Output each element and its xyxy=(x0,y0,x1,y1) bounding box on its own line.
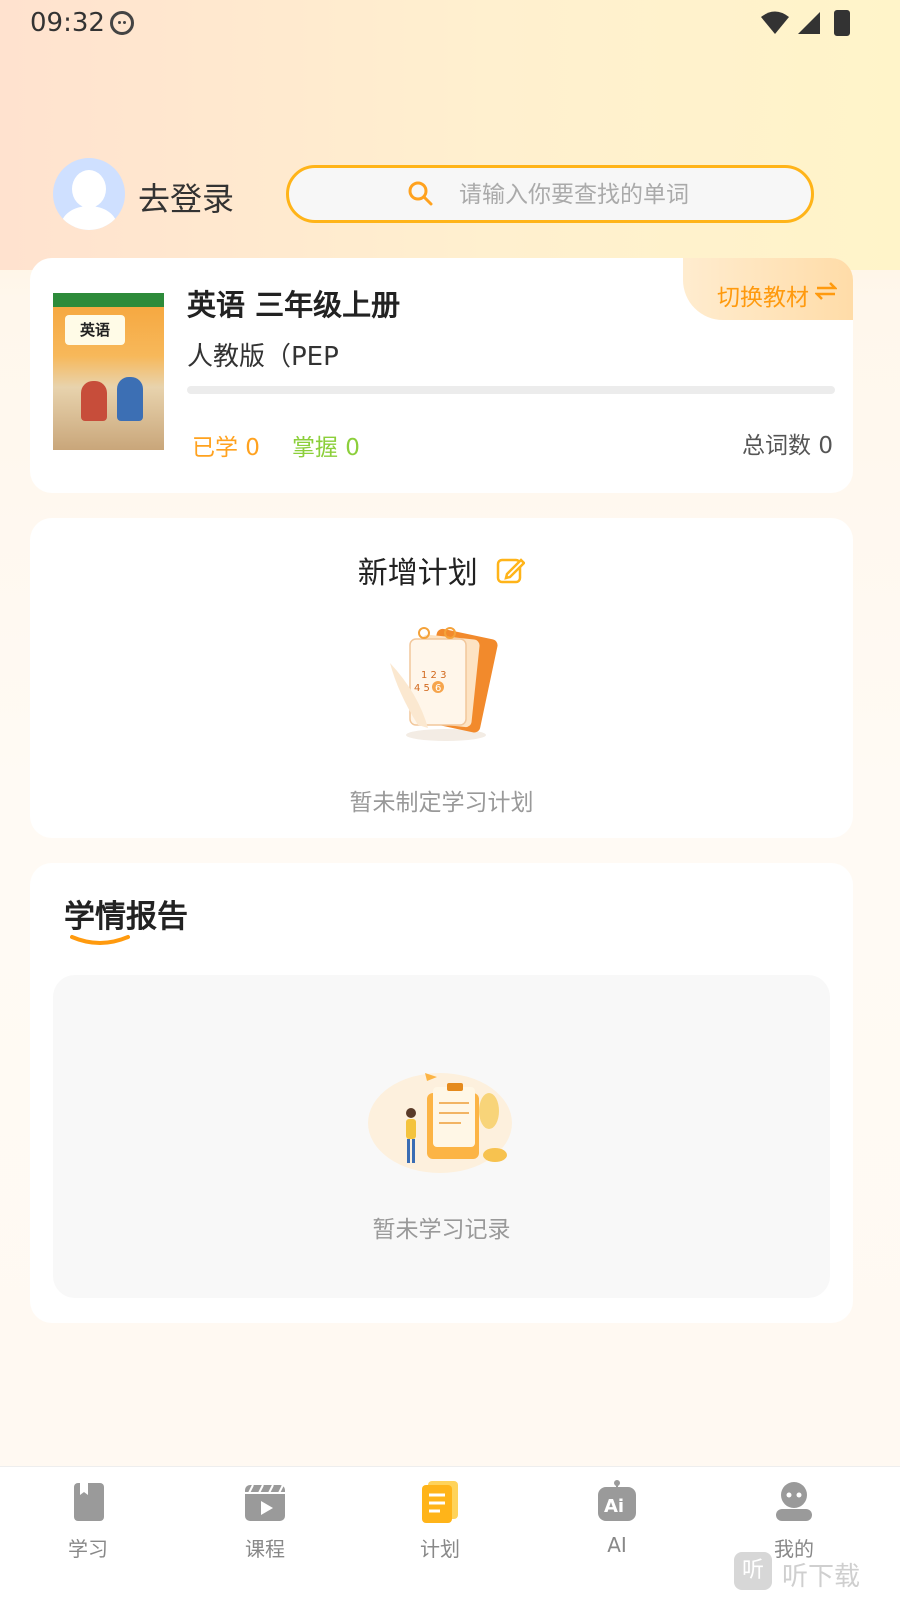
status-bar: 09:32 xyxy=(0,0,900,46)
plan-icon xyxy=(422,1481,458,1523)
textbook-cover-image: 英语 xyxy=(53,293,164,450)
tab-courses-label: 课程 xyxy=(245,1537,285,1561)
tab-profile[interactable]: 我的 xyxy=(734,1479,854,1562)
add-plan-label: 新增计划 xyxy=(357,556,478,591)
face-icon xyxy=(110,11,134,35)
wifi-icon xyxy=(761,11,789,34)
calendar-icon: 1 2 3 4 5 6 xyxy=(390,627,498,741)
textbook-edition: 人教版（PEP xyxy=(187,342,339,372)
report-illustration xyxy=(368,1073,512,1173)
plan-empty-text: 暂未制定学习计划 xyxy=(349,790,534,816)
report-empty-text: 暂未学习记录 xyxy=(372,1217,511,1243)
tab-study-label: 学习 xyxy=(68,1537,108,1561)
profile-icon xyxy=(776,1482,812,1521)
mastered-count: 掌握 0 xyxy=(292,435,360,461)
login-link[interactable]: 去登录 xyxy=(138,174,234,220)
video-icon xyxy=(245,1484,285,1521)
tab-ai[interactable]: Ai AI xyxy=(557,1479,677,1557)
study-report-title: 学情报告 xyxy=(64,899,188,935)
watermark-text: 听下载 xyxy=(782,1562,861,1592)
tab-courses[interactable]: 课程 xyxy=(205,1479,325,1562)
add-plan-button[interactable]: 新增计划 xyxy=(30,548,853,592)
search-bar[interactable] xyxy=(286,165,814,223)
search-icon xyxy=(408,181,433,206)
learned-count: 已学 0 xyxy=(192,435,260,461)
svg-text:1 2 3: 1 2 3 xyxy=(421,670,446,681)
tab-plan-label: 计划 xyxy=(420,1537,460,1561)
study-progress-bar xyxy=(187,386,835,394)
watermark: 听 听下载 xyxy=(734,1552,894,1596)
svg-text:6: 6 xyxy=(435,683,441,694)
search-input[interactable] xyxy=(459,176,789,214)
switch-textbook-button[interactable]: 切换教材 xyxy=(683,258,853,320)
total-words: 总词数 0 xyxy=(742,433,833,459)
edit-icon xyxy=(497,558,526,584)
study-report-card: 学情报告 暂未学习记录 xyxy=(30,863,853,1323)
textbook-title: 英语 三年级上册 xyxy=(187,288,401,322)
book-icon xyxy=(74,1483,104,1521)
ai-icon: Ai xyxy=(598,1480,636,1521)
switch-textbook-label: 切换教材 xyxy=(717,285,809,311)
textbook-card[interactable]: 切换教材 英语 英语 三年级上册 人教版（PEP 已学 0 掌握 0 总词数 0 xyxy=(30,258,853,493)
tab-study[interactable]: 学习 xyxy=(28,1479,148,1562)
swap-icon xyxy=(815,282,837,300)
system-icons xyxy=(760,10,850,36)
svg-text:4 5: 4 5 xyxy=(414,683,430,694)
tab-plan[interactable]: 计划 xyxy=(380,1479,500,1562)
status-time: 09:32 xyxy=(30,8,105,38)
tab-ai-label: AI xyxy=(607,1533,627,1557)
watermark-logo: 听 xyxy=(734,1552,772,1590)
avatar[interactable] xyxy=(53,158,125,230)
signal-icon xyxy=(798,12,820,34)
battery-icon xyxy=(834,10,850,36)
title-underline-decoration xyxy=(70,935,130,945)
svg-text:Ai: Ai xyxy=(604,1496,624,1517)
study-report-empty-panel: 暂未学习记录 xyxy=(53,975,830,1298)
plan-card: 新增计划 1 2 3 4 5 6 暂未制定学习计划 xyxy=(30,518,853,838)
